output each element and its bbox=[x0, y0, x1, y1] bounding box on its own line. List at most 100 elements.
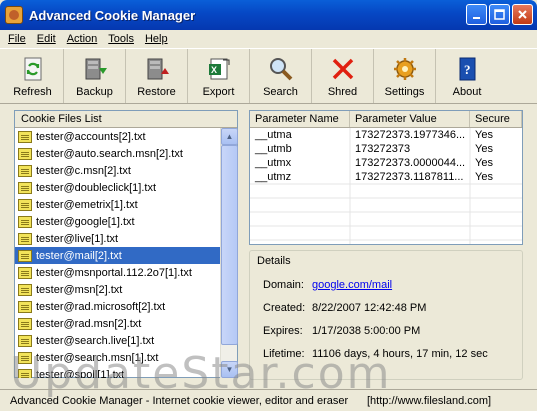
toolbar: Refresh Backup Restore X Export Search S… bbox=[0, 48, 537, 104]
cookie-file-name: tester@google[1].txt bbox=[36, 215, 135, 228]
parameter-row[interactable]: __utmx 173272373.0000044... Yes bbox=[250, 156, 522, 170]
shred-x-icon bbox=[330, 56, 356, 82]
expires-value: 1/17/2038 5:00:00 PM bbox=[312, 325, 421, 337]
scroll-thumb[interactable] bbox=[221, 145, 238, 345]
param-name-cell: __utmz bbox=[255, 171, 292, 183]
cookie-file-icon bbox=[18, 317, 32, 330]
menu-tools[interactable]: Tools bbox=[103, 33, 140, 45]
details-group: Details Domain: google.com/mail Created:… bbox=[249, 250, 523, 380]
cookie-file-item[interactable]: tester@msn[2].txt bbox=[15, 281, 220, 298]
cookie-file-name: tester@spoll[1].txt bbox=[36, 368, 125, 379]
parameter-table-header: Parameter Name Parameter Value Secure bbox=[250, 111, 522, 128]
backup-button[interactable]: Backup bbox=[64, 49, 126, 103]
maximize-icon bbox=[494, 9, 505, 20]
lifetime-label: Lifetime: bbox=[263, 348, 305, 360]
cookie-file-icon bbox=[18, 249, 32, 262]
menu-file[interactable]: File bbox=[3, 33, 32, 45]
cookie-file-item[interactable]: tester@c.msn[2].txt bbox=[15, 162, 220, 179]
cookie-files-panel: Cookie Files List tester@accounts[2].txt… bbox=[14, 110, 238, 378]
about-button[interactable]: ? About bbox=[436, 49, 498, 103]
menu-edit[interactable]: Edit bbox=[32, 33, 62, 45]
cookie-file-item[interactable]: tester@spoll[1].txt bbox=[15, 366, 220, 378]
param-value-cell: 173272373.1187811... bbox=[355, 171, 464, 183]
cookie-list-header[interactable]: Cookie Files List bbox=[15, 111, 237, 128]
param-name-cell: __utmx bbox=[255, 157, 292, 169]
refresh-button[interactable]: Refresh bbox=[2, 49, 64, 103]
cookie-file-icon bbox=[18, 198, 32, 211]
list-scrollbar[interactable]: ▲ ▼ bbox=[220, 128, 238, 378]
search-button[interactable]: Search bbox=[250, 49, 312, 103]
cookie-file-item[interactable]: tester@rad.msn[2].txt bbox=[15, 315, 220, 332]
restore-icon bbox=[144, 56, 170, 82]
parameter-row[interactable]: __utmb 173272373 Yes bbox=[250, 142, 522, 156]
parameter-table: Parameter Name Parameter Value Secure __… bbox=[249, 110, 523, 245]
scroll-down-button[interactable]: ▼ bbox=[221, 361, 238, 378]
export-button[interactable]: X Export bbox=[188, 49, 250, 103]
col-secure[interactable]: Secure bbox=[470, 111, 522, 127]
menu-bar: File Edit Action Tools Help bbox=[0, 30, 537, 48]
help-book-icon: ? bbox=[454, 56, 480, 82]
shred-button[interactable]: Shred bbox=[312, 49, 374, 103]
domain-label: Domain: bbox=[263, 279, 304, 291]
cookie-file-icon bbox=[18, 215, 32, 228]
minimize-button[interactable] bbox=[466, 4, 487, 25]
cookie-file-item[interactable]: tester@msnportal.112.2o7[1].txt bbox=[15, 264, 220, 281]
cookie-app-icon bbox=[5, 6, 23, 24]
settings-button[interactable]: Settings bbox=[374, 49, 436, 103]
cookie-file-icon bbox=[18, 164, 32, 177]
cookie-file-item[interactable]: tester@mail[2].txt bbox=[15, 247, 220, 264]
cookie-file-icon bbox=[18, 147, 32, 160]
cookie-file-item[interactable]: tester@accounts[2].txt bbox=[15, 128, 220, 145]
search-icon bbox=[268, 56, 294, 82]
col-parameter-value[interactable]: Parameter Value bbox=[350, 111, 470, 127]
cookie-file-item[interactable]: tester@emetrix[1].txt bbox=[15, 196, 220, 213]
domain-link[interactable]: google.com/mail bbox=[312, 279, 392, 291]
param-secure-cell: Yes bbox=[475, 157, 493, 169]
cookie-file-icon bbox=[18, 351, 32, 364]
cookie-file-name: tester@emetrix[1].txt bbox=[36, 198, 138, 211]
expires-label: Expires: bbox=[263, 325, 303, 337]
cookie-file-item[interactable]: tester@rad.microsoft[2].txt bbox=[15, 298, 220, 315]
cookie-file-item[interactable]: tester@google[1].txt bbox=[15, 213, 220, 230]
cookie-file-icon bbox=[18, 300, 32, 313]
lifetime-value: 11106 days, 4 hours, 17 min, 12 sec bbox=[312, 348, 488, 360]
window-title: Advanced Cookie Manager bbox=[29, 7, 196, 23]
col-parameter-name[interactable]: Parameter Name bbox=[250, 111, 350, 127]
title-bar: Advanced Cookie Manager bbox=[0, 0, 537, 30]
cookie-file-icon bbox=[18, 334, 32, 347]
cookie-file-icon bbox=[18, 181, 32, 194]
cookie-file-item[interactable]: tester@search.live[1].txt bbox=[15, 332, 220, 349]
cookie-file-list[interactable]: tester@accounts[2].txt tester@auto.search… bbox=[15, 128, 220, 378]
cookie-file-icon bbox=[18, 130, 32, 143]
param-secure-cell: Yes bbox=[475, 143, 493, 155]
cookie-file-item[interactable]: tester@auto.search.msn[2].txt bbox=[15, 145, 220, 162]
scroll-up-button[interactable]: ▲ bbox=[221, 128, 238, 145]
close-button[interactable] bbox=[512, 4, 533, 25]
cookie-file-icon bbox=[18, 266, 32, 279]
close-icon bbox=[518, 10, 527, 19]
cookie-file-name: tester@rad.msn[2].txt bbox=[36, 317, 142, 330]
parameter-rows: __utma 173272373.1977346... Yes __utmb 17327… bbox=[250, 128, 522, 184]
cookie-file-item[interactable]: tester@search.msn[1].txt bbox=[15, 349, 220, 366]
cookie-file-icon bbox=[18, 232, 32, 245]
svg-text:?: ? bbox=[464, 62, 471, 77]
cookie-file-name: tester@msnportal.112.2o7[1].txt bbox=[36, 266, 192, 279]
cookie-file-name: tester@mail[2].txt bbox=[36, 249, 122, 262]
cookie-file-name: tester@c.msn[2].txt bbox=[36, 164, 131, 177]
restore-button[interactable]: Restore bbox=[126, 49, 188, 103]
cookie-file-name: tester@search.live[1].txt bbox=[36, 334, 155, 347]
menu-action[interactable]: Action bbox=[62, 33, 104, 45]
created-value: 8/22/2007 12:42:48 PM bbox=[312, 302, 427, 314]
cookie-file-item[interactable]: tester@doubleclick[1].txt bbox=[15, 179, 220, 196]
status-bar: Advanced Cookie Manager - Internet cooki… bbox=[0, 389, 537, 411]
cookie-file-name: tester@doubleclick[1].txt bbox=[36, 181, 156, 194]
menu-help[interactable]: Help bbox=[140, 33, 174, 45]
minimize-icon bbox=[472, 16, 480, 19]
parameter-row[interactable]: __utmz 173272373.1187811... Yes bbox=[250, 170, 522, 184]
param-value-cell: 173272373.0000044... bbox=[355, 157, 466, 169]
cookie-file-item[interactable]: tester@live[1].txt bbox=[15, 230, 220, 247]
parameter-row[interactable]: __utma 173272373.1977346... Yes bbox=[250, 128, 522, 142]
created-label: Created: bbox=[263, 302, 306, 314]
maximize-button[interactable] bbox=[489, 4, 510, 25]
status-text: Advanced Cookie Manager - Internet cooki… bbox=[10, 394, 349, 407]
